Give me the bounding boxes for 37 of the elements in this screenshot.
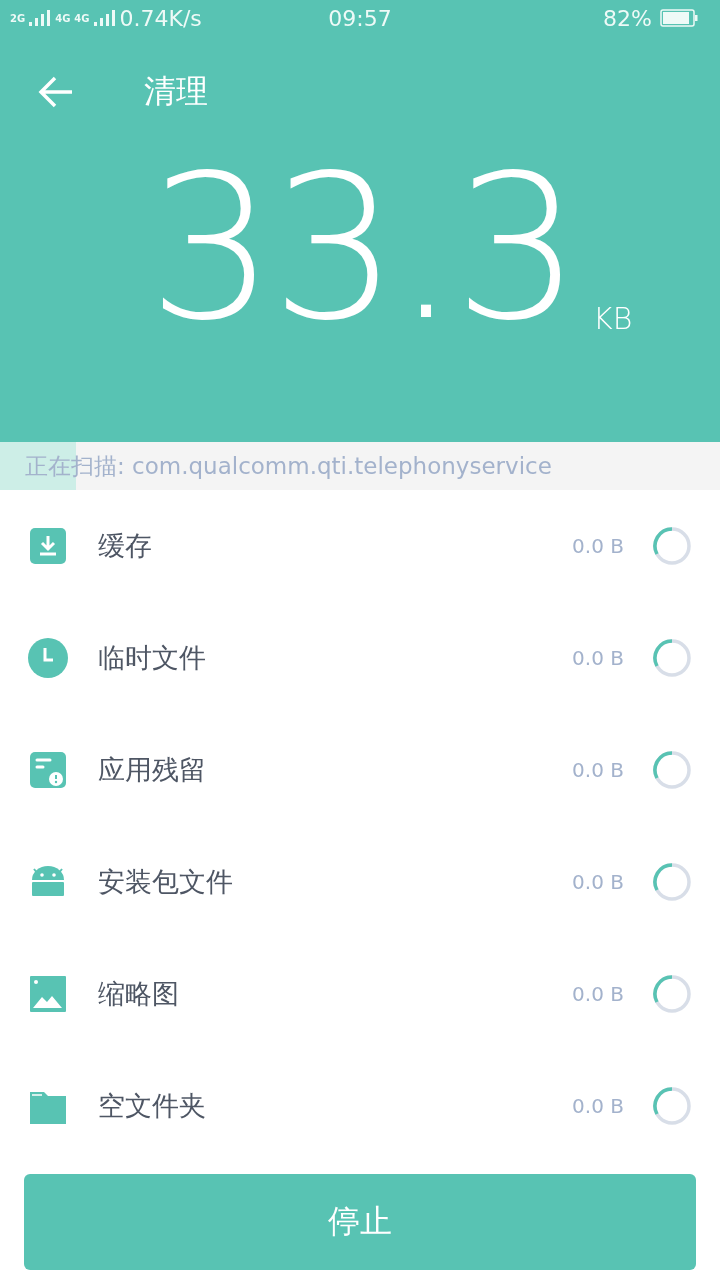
category-label: 空文件夹	[98, 1089, 207, 1123]
loading-spinner	[652, 526, 692, 566]
scanned-size: 33.3	[147, 148, 577, 348]
category-size: 0.0 B	[572, 534, 624, 558]
clock-time: 09:57	[328, 5, 392, 31]
page-title: 清理	[144, 71, 208, 112]
network-speed: 0.74K/s	[119, 5, 202, 31]
loading-spinner	[652, 862, 692, 902]
category-label: 应用残留	[98, 753, 207, 787]
loading-spinner	[652, 974, 692, 1014]
network-label: 4G	[74, 12, 90, 24]
image-icon	[28, 974, 68, 1014]
category-size: 0.0 B	[572, 646, 624, 670]
stop-button[interactable]: 停止	[24, 1174, 696, 1270]
signal-icon	[93, 10, 116, 26]
loading-spinner	[652, 638, 692, 678]
document-alert-icon	[28, 750, 68, 790]
size-unit: KB	[593, 301, 633, 336]
network-label: 2G	[10, 12, 26, 24]
category-size: 0.0 B	[572, 1094, 624, 1118]
category-label: 临时文件	[98, 641, 207, 675]
clock-icon	[28, 638, 68, 678]
download-icon	[28, 526, 68, 566]
loading-spinner	[652, 1086, 692, 1126]
scan-status: 正在扫描: com.qualcomm.qti.telephonyservice	[25, 451, 552, 481]
category-size: 0.0 B	[572, 758, 624, 782]
network-label: 4G	[55, 12, 71, 24]
category-label: 缓存	[98, 529, 153, 563]
category-size: 0.0 B	[572, 982, 624, 1006]
category-size: 0.0 B	[572, 870, 624, 894]
battery-icon	[660, 9, 698, 27]
category-label: 缩略图	[98, 977, 180, 1011]
back-arrow-icon[interactable]	[38, 76, 74, 108]
signal-icon	[29, 10, 52, 26]
category-label: 安装包文件	[98, 865, 234, 899]
loading-spinner	[652, 750, 692, 790]
battery-percent: 82%	[603, 5, 652, 31]
